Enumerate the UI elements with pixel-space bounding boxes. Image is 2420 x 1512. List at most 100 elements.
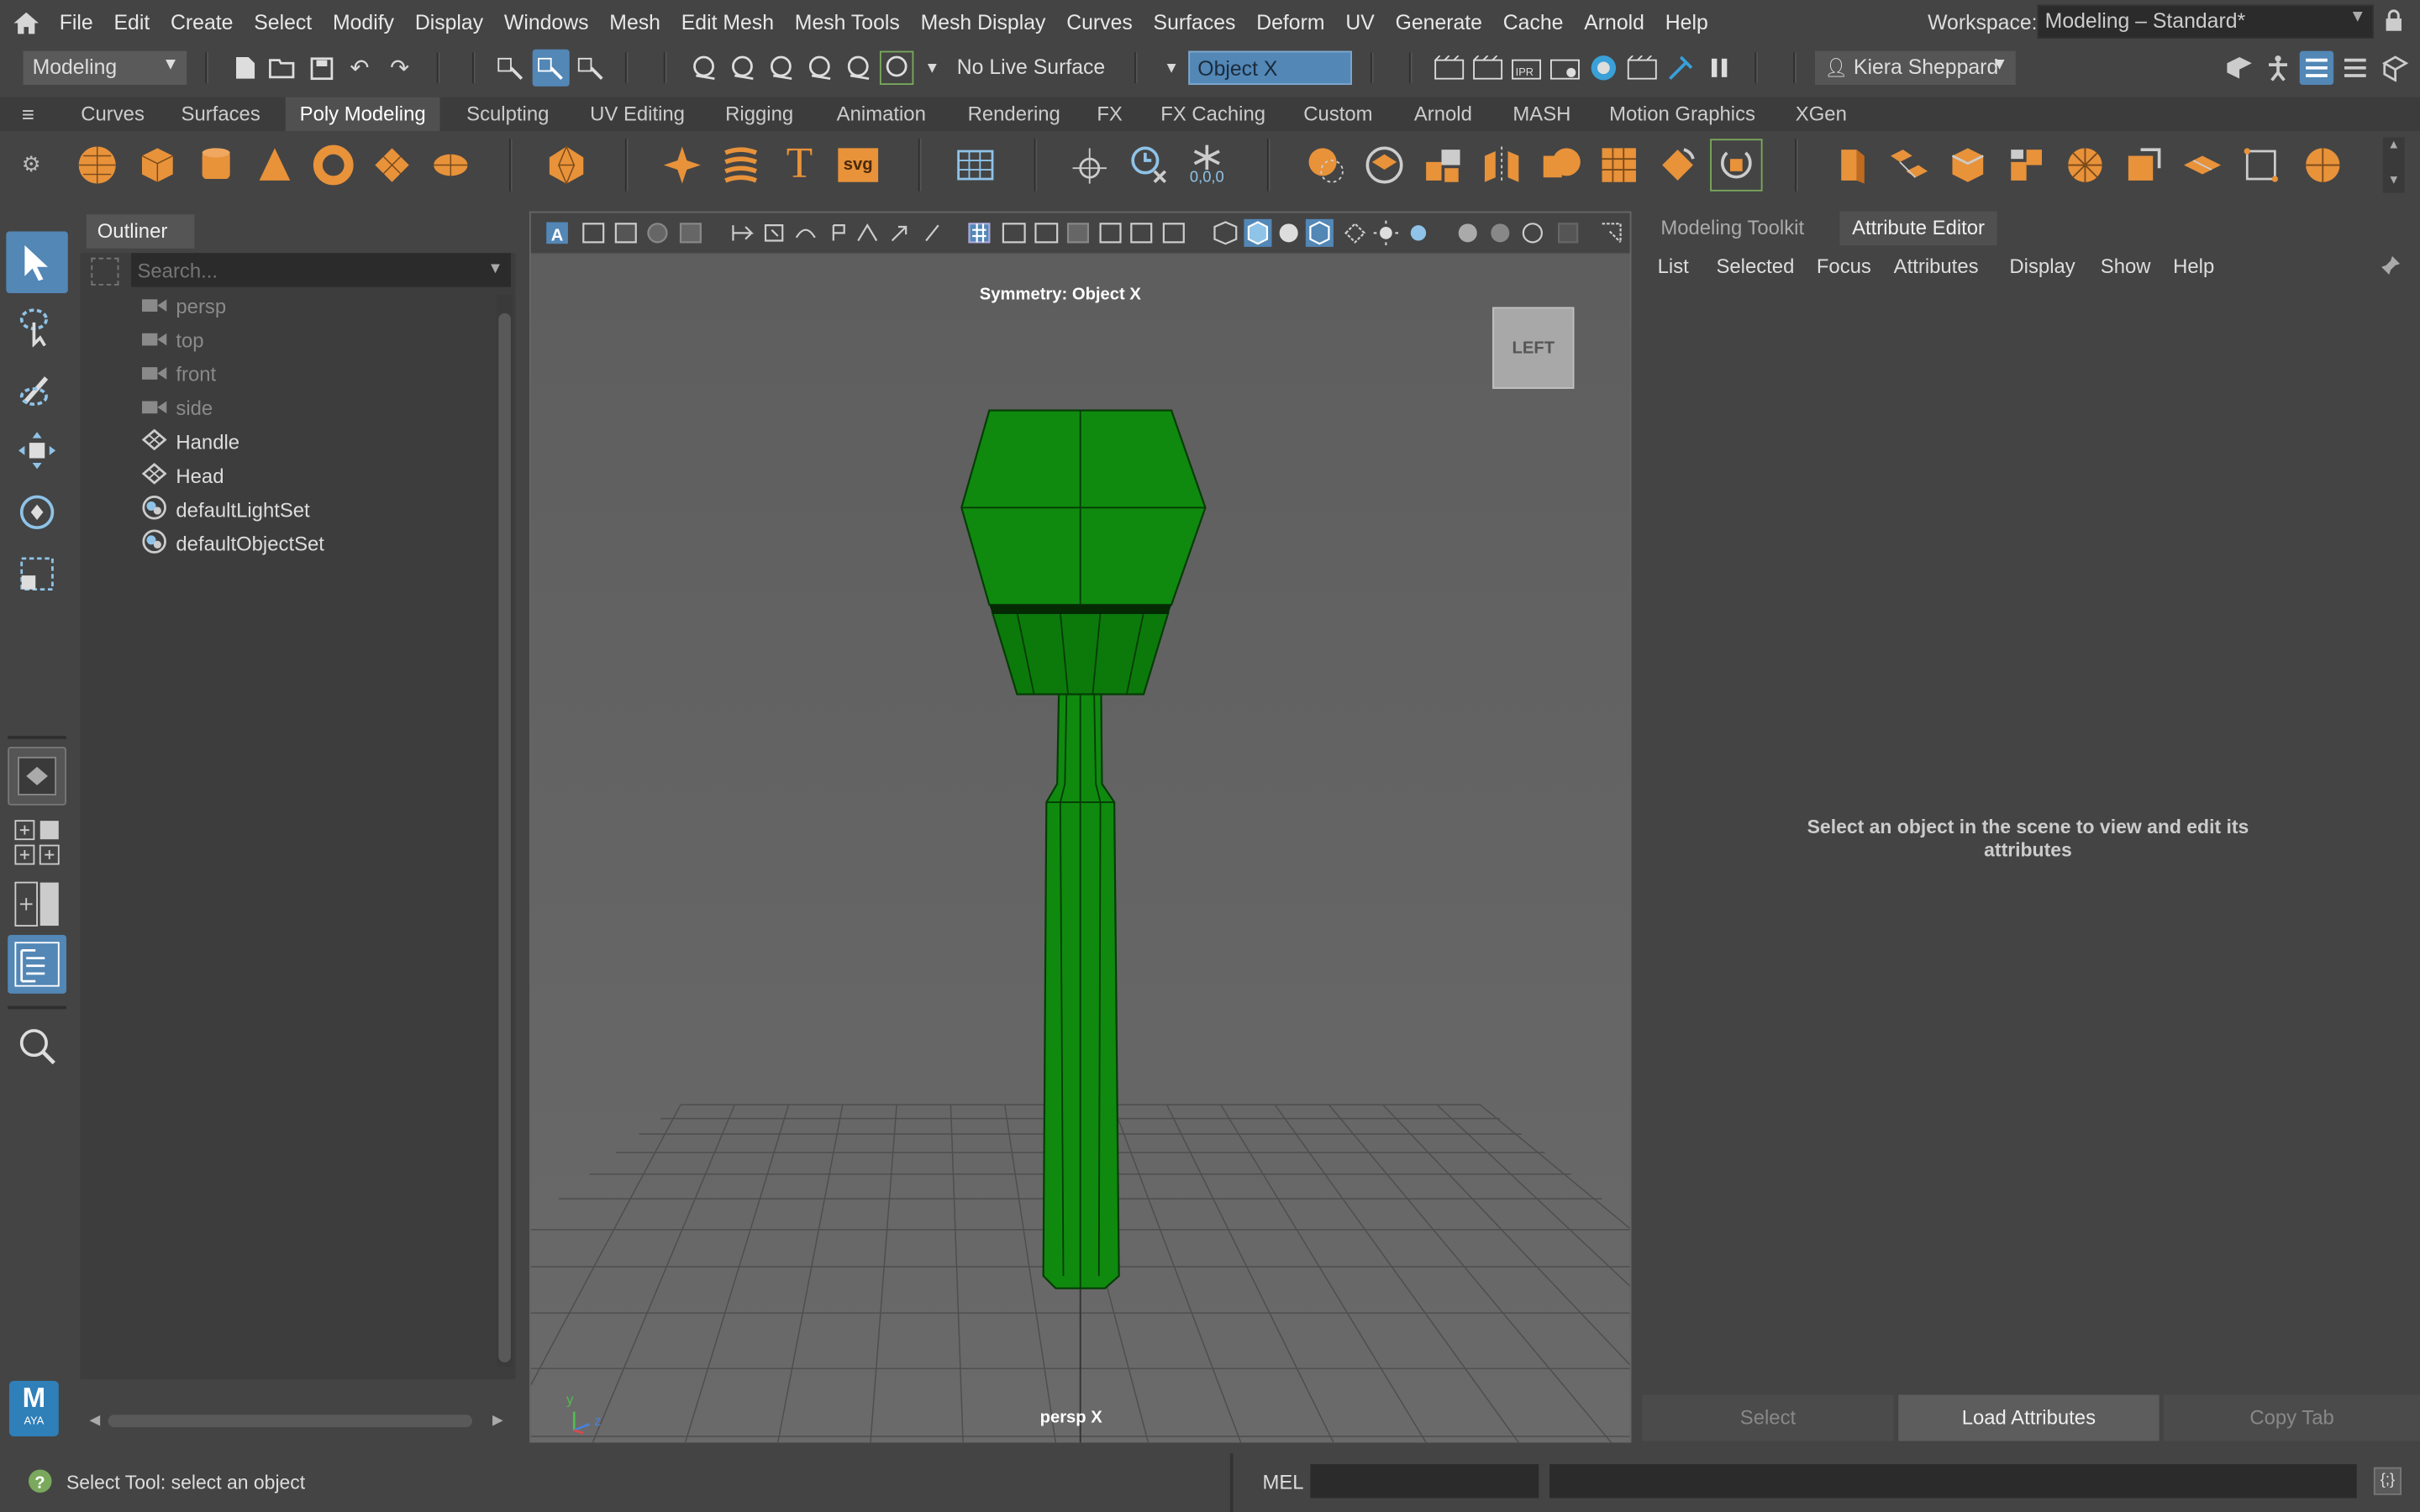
save-scene-icon[interactable] xyxy=(304,51,338,85)
target-weld-icon[interactable] xyxy=(2118,139,2170,191)
chevron-down-icon[interactable]: ▼ xyxy=(915,51,949,85)
menu-cache[interactable]: Cache xyxy=(1497,0,1577,45)
symmetry-field[interactable]: Object X xyxy=(1188,50,1352,86)
filter-icon[interactable] xyxy=(91,257,119,286)
rotate-tool-icon[interactable] xyxy=(6,481,67,543)
ae-copy-tab-button[interactable]: Copy Tab xyxy=(2164,1394,2420,1441)
shelf-scrollbar[interactable]: ▲ ▼ xyxy=(2382,137,2405,193)
home-icon[interactable] xyxy=(0,0,52,45)
poly-torus-icon[interactable] xyxy=(308,139,360,191)
redo-icon[interactable]: ↷ xyxy=(383,51,417,85)
tab-rigging[interactable]: Rigging xyxy=(714,97,804,131)
platonic-solid-icon[interactable] xyxy=(540,139,592,191)
menu-mesh-display[interactable]: Mesh Display xyxy=(913,0,1060,45)
lock-icon[interactable] xyxy=(2385,9,2403,37)
render-view-icon[interactable] xyxy=(1432,51,1465,85)
tab-fx[interactable]: FX xyxy=(1088,97,1131,131)
outliner-item-head[interactable]: Head xyxy=(141,459,224,491)
super-shape-icon[interactable] xyxy=(656,139,708,191)
combine-icon[interactable] xyxy=(1300,139,1352,191)
snap-surface-icon[interactable] xyxy=(879,50,914,86)
mirror-icon[interactable] xyxy=(1476,139,1528,191)
user-account-dropdown[interactable]: 👤︎ Kiera Sheppard ▼ xyxy=(1815,50,2016,86)
scrollbar-thumb[interactable] xyxy=(108,1415,473,1427)
hypershade-icon[interactable] xyxy=(1586,51,1620,85)
poly-sphere-icon[interactable] xyxy=(71,139,123,191)
menu-create[interactable]: Create xyxy=(164,0,247,45)
chevron-down-icon[interactable]: ▼ xyxy=(1155,51,1188,85)
mode-select[interactable]: Modeling ▼ xyxy=(23,50,187,86)
chevron-down-icon[interactable]: ▼ xyxy=(2383,173,2405,187)
paint-select-icon[interactable] xyxy=(6,358,67,419)
viewport-canvas[interactable]: y z Symmetry: Object X LEFT persp X xyxy=(530,255,1630,1443)
search-icon[interactable] xyxy=(6,1016,67,1077)
select-object-icon[interactable] xyxy=(532,49,570,87)
pause-icon[interactable] xyxy=(1702,51,1736,85)
poly-cone-icon[interactable] xyxy=(249,139,301,191)
center-pivot-icon[interactable] xyxy=(1064,139,1116,191)
gear-icon[interactable]: ⚙ xyxy=(22,151,41,177)
outliner-item-handle[interactable]: Handle xyxy=(141,426,239,457)
render-frame-icon[interactable] xyxy=(1470,51,1504,85)
ae-menu-show[interactable]: Show xyxy=(2101,255,2151,278)
ipr-render-icon[interactable]: IPR xyxy=(1509,51,1543,85)
scale-tool-icon[interactable] xyxy=(6,543,67,605)
multi-cut-icon[interactable] xyxy=(2059,139,2111,191)
menu-generate[interactable]: Generate xyxy=(1388,0,1496,45)
menu-file[interactable]: File xyxy=(52,0,107,45)
ae-menu-selected[interactable]: Selected xyxy=(1716,255,1794,278)
chevron-left-icon[interactable]: ◀ xyxy=(90,1412,101,1429)
quad-draw-icon[interactable] xyxy=(2235,139,2287,191)
outliner-item-defaultobjectset[interactable]: defaultObjectSet xyxy=(142,528,324,559)
menu-uv[interactable]: UV xyxy=(1339,0,1388,45)
outliner-layout-icon[interactable] xyxy=(8,935,66,994)
four-view-layout-icon[interactable] xyxy=(6,811,67,873)
delete-history-icon[interactable] xyxy=(1122,139,1174,191)
lasso-tool-icon[interactable] xyxy=(6,297,67,358)
menu-display[interactable]: Display xyxy=(408,0,497,45)
menu-mesh-tools[interactable]: Mesh Tools xyxy=(788,0,914,45)
tab-uv-editing[interactable]: UV Editing xyxy=(579,97,697,131)
ae-menu-help[interactable]: Help xyxy=(2173,255,2214,278)
outliner-item-side[interactable]: side xyxy=(141,392,213,423)
chevron-down-icon[interactable]: ▼ xyxy=(487,260,502,277)
script-editor-icon[interactable]: {;} xyxy=(2373,1467,2402,1495)
undo-icon[interactable]: ↶ xyxy=(343,51,376,85)
tab-surfaces[interactable]: Surfaces xyxy=(171,97,271,131)
outliner-item-top[interactable]: top xyxy=(141,324,204,355)
poly-disc-icon[interactable] xyxy=(424,139,476,191)
poly-cube-icon[interactable] xyxy=(131,139,183,191)
chevron-right-icon[interactable]: ▶ xyxy=(492,1412,503,1429)
poly-plane-icon[interactable] xyxy=(366,139,418,191)
modeling-toolkit-icon[interactable] xyxy=(2223,51,2256,85)
attribute-editor-toggle-icon[interactable] xyxy=(2299,50,2334,86)
extrude-icon[interactable] xyxy=(1824,139,1876,191)
poly-cylinder-icon[interactable] xyxy=(190,139,242,191)
type-tool-icon[interactable]: T xyxy=(773,139,825,191)
freeze-transforms-icon[interactable]: 0,0,0 xyxy=(1181,139,1233,191)
tab-curves[interactable]: Curves xyxy=(70,97,156,131)
arnold-render-view-icon[interactable] xyxy=(1625,51,1659,85)
shelf-menu-icon[interactable]: ≡ xyxy=(22,102,53,126)
tab-modeling-toolkit[interactable]: Modeling Toolkit xyxy=(1649,212,1817,245)
outliner-item-persp[interactable]: persp xyxy=(141,290,226,321)
arnold-ipr-icon[interactable] xyxy=(1664,51,1697,85)
pin-icon[interactable] xyxy=(2380,255,2402,281)
open-scene-icon[interactable] xyxy=(266,51,299,85)
ae-menu-display[interactable]: Display xyxy=(2009,255,2075,278)
menu-select[interactable]: Select xyxy=(247,0,326,45)
sculpt-sphere-icon[interactable] xyxy=(2296,139,2349,191)
select-tool-icon[interactable] xyxy=(6,231,68,293)
tab-fx-caching[interactable]: FX Caching xyxy=(1150,97,1276,131)
conform-icon[interactable] xyxy=(1710,139,1763,192)
outliner-item-defaultlightset[interactable]: defaultLightSet xyxy=(142,494,310,525)
retopologize-icon[interactable] xyxy=(1651,139,1703,191)
ae-select-button[interactable]: Select xyxy=(1642,1394,1894,1441)
menu-windows[interactable]: Windows xyxy=(497,0,602,45)
append-polygon-icon[interactable] xyxy=(2000,139,2052,191)
move-tool-icon[interactable] xyxy=(6,420,67,481)
single-view-layout-icon[interactable] xyxy=(8,746,66,806)
workspace-select[interactable]: Modeling – Standard* ▼ xyxy=(2037,4,2374,39)
tab-mash[interactable]: MASH xyxy=(1502,97,1582,131)
smooth-icon[interactable] xyxy=(1534,139,1586,191)
